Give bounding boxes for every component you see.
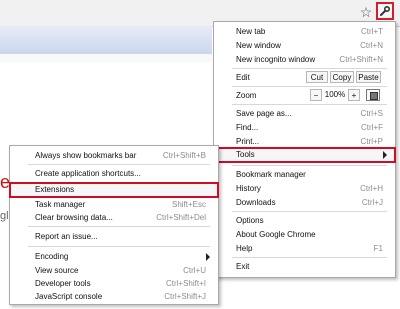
menu-item-shortcut: Ctrl+F	[361, 123, 383, 132]
menu-separator	[28, 226, 210, 227]
menu-item-shortcut: Shift+Esc	[171, 200, 206, 209]
menu-item-label: New tab	[236, 27, 266, 36]
menu-item-extensions[interactable]: Extensions	[9, 182, 219, 198]
menu-separator	[232, 165, 387, 166]
menu-item-label: Task manager	[35, 200, 86, 209]
menu-separator	[232, 257, 387, 258]
menu-item-report-issue[interactable]: Report an issue...	[10, 230, 218, 243]
menu-item-label: Options	[236, 216, 264, 225]
zoom-level: 100%	[324, 90, 346, 99]
chrome-main-menu: New tab Ctrl+T New window Ctrl+N New inc…	[213, 21, 396, 278]
tools-submenu: Always show bookmarks bar Ctrl+Shift+B C…	[9, 145, 219, 305]
menu-item-find[interactable]: Find... Ctrl+F	[214, 121, 395, 134]
wrench-icon	[380, 6, 390, 16]
menu-item-label: Developer tools	[35, 279, 91, 288]
menu-item-shortcut: Ctrl+P	[360, 137, 383, 146]
menu-separator	[232, 68, 387, 69]
menu-item-label: Zoom	[236, 91, 257, 100]
submenu-arrow-icon	[383, 151, 387, 159]
menu-item-shortcut: Ctrl+T	[361, 27, 383, 36]
menu-item-developer-tools[interactable]: Developer tools Ctrl+Shift+I	[10, 277, 218, 290]
menu-item-shortcut: Ctrl+Shift+J	[164, 292, 206, 301]
menu-item-task-manager[interactable]: Task manager Shift+Esc	[10, 198, 218, 211]
menu-item-shortcut: F1	[373, 244, 383, 253]
menu-item-exit[interactable]: Exit	[214, 260, 395, 273]
menu-item-label: Print...	[236, 137, 260, 146]
menu-item-shortcut: Ctrl+U	[183, 266, 206, 275]
menu-item-label: New incognito window	[236, 55, 316, 64]
menu-item-new-tab[interactable]: New tab Ctrl+T	[214, 25, 395, 38]
menu-item-shortcut: Ctrl+S	[360, 109, 383, 118]
page-header-strip	[0, 26, 212, 55]
menu-item-bookmark-manager[interactable]: Bookmark manager	[214, 168, 395, 181]
menu-item-label: Save page as...	[236, 109, 292, 118]
fullscreen-icon[interactable]	[366, 89, 380, 101]
menu-item-label: History	[236, 184, 261, 193]
menu-item-downloads[interactable]: Downloads Ctrl+J	[214, 196, 395, 209]
menu-item-label: Tools	[236, 150, 255, 159]
menu-item-label: Help	[236, 244, 253, 253]
menu-item-create-shortcuts[interactable]: Create application shortcuts...	[10, 167, 218, 180]
menu-item-about[interactable]: About Google Chrome	[214, 228, 395, 241]
zoom-out-button[interactable]: −	[310, 89, 322, 101]
menu-separator	[232, 86, 387, 87]
zoom-in-button[interactable]: +	[348, 89, 360, 101]
menu-item-options[interactable]: Options	[214, 214, 395, 227]
menu-item-shortcut: Ctrl+N	[360, 41, 383, 50]
menu-item-new-incognito[interactable]: New incognito window Ctrl+Shift+N	[214, 53, 395, 66]
copy-button[interactable]: Copy	[330, 71, 354, 83]
menu-item-label: Create application shortcuts...	[35, 169, 141, 178]
menu-item-label: Encoding	[35, 252, 69, 261]
wrench-menu-button[interactable]	[376, 2, 394, 20]
menu-item-tools[interactable]: Tools	[213, 147, 396, 163]
page-subheader-strip	[0, 54, 212, 62]
menu-item-clear-browsing[interactable]: Clear browsing data... Ctrl+Shift+Del	[10, 211, 218, 224]
menu-separator	[232, 104, 387, 105]
menu-row-edit: Edit Cut Copy Paste	[214, 71, 395, 84]
menu-item-label: JavaScript console	[35, 292, 103, 301]
menu-item-save-page[interactable]: Save page as... Ctrl+S	[214, 107, 395, 120]
menu-item-view-source[interactable]: View source Ctrl+U	[10, 264, 218, 277]
menu-item-shortcut: Ctrl+Shift+I	[165, 279, 206, 288]
menu-item-show-bookmarks-bar[interactable]: Always show bookmarks bar Ctrl+Shift+B	[10, 149, 218, 162]
cut-button[interactable]: Cut	[306, 71, 328, 83]
menu-item-history[interactable]: History Ctrl+H	[214, 182, 395, 195]
menu-separator	[28, 246, 210, 247]
menu-item-label: Bookmark manager	[236, 170, 306, 179]
menu-item-shortcut: Ctrl+Shift+B	[162, 151, 206, 160]
menu-item-label: Always show bookmarks bar	[35, 151, 137, 160]
menu-item-javascript-console[interactable]: JavaScript console Ctrl+Shift+J	[10, 290, 218, 303]
menu-item-label: View source	[35, 266, 79, 275]
menu-item-label: About Google Chrome	[236, 230, 316, 239]
menu-item-label: Clear browsing data...	[35, 213, 113, 222]
menu-row-zoom: Zoom − 100% +	[214, 89, 395, 102]
menu-item-label: Extensions	[35, 185, 75, 194]
menu-item-label: New window	[236, 41, 281, 50]
menu-separator	[28, 164, 210, 165]
menu-item-encoding[interactable]: Encoding	[10, 250, 218, 263]
menu-item-label: Edit	[236, 73, 250, 82]
menu-item-shortcut: Ctrl+Shift+N	[339, 55, 383, 64]
menu-item-shortcut: Ctrl+Shift+Del	[156, 213, 206, 222]
menu-item-label: Downloads	[236, 198, 276, 207]
menu-item-help[interactable]: Help F1	[214, 242, 395, 255]
menu-item-shortcut: Ctrl+H	[360, 184, 383, 193]
menu-item-label: Find...	[236, 123, 259, 132]
menu-item-label: Exit	[236, 262, 250, 271]
star-icon[interactable]: ☆	[359, 5, 373, 19]
menu-item-new-window[interactable]: New window Ctrl+N	[214, 39, 395, 52]
menu-item-print[interactable]: Print... Ctrl+P	[214, 135, 395, 148]
paste-button[interactable]: Paste	[356, 71, 381, 83]
submenu-arrow-icon	[206, 253, 210, 261]
menu-item-label: Report an issue...	[35, 232, 98, 241]
menu-item-shortcut: Ctrl+J	[361, 198, 383, 207]
menu-separator	[232, 211, 387, 212]
